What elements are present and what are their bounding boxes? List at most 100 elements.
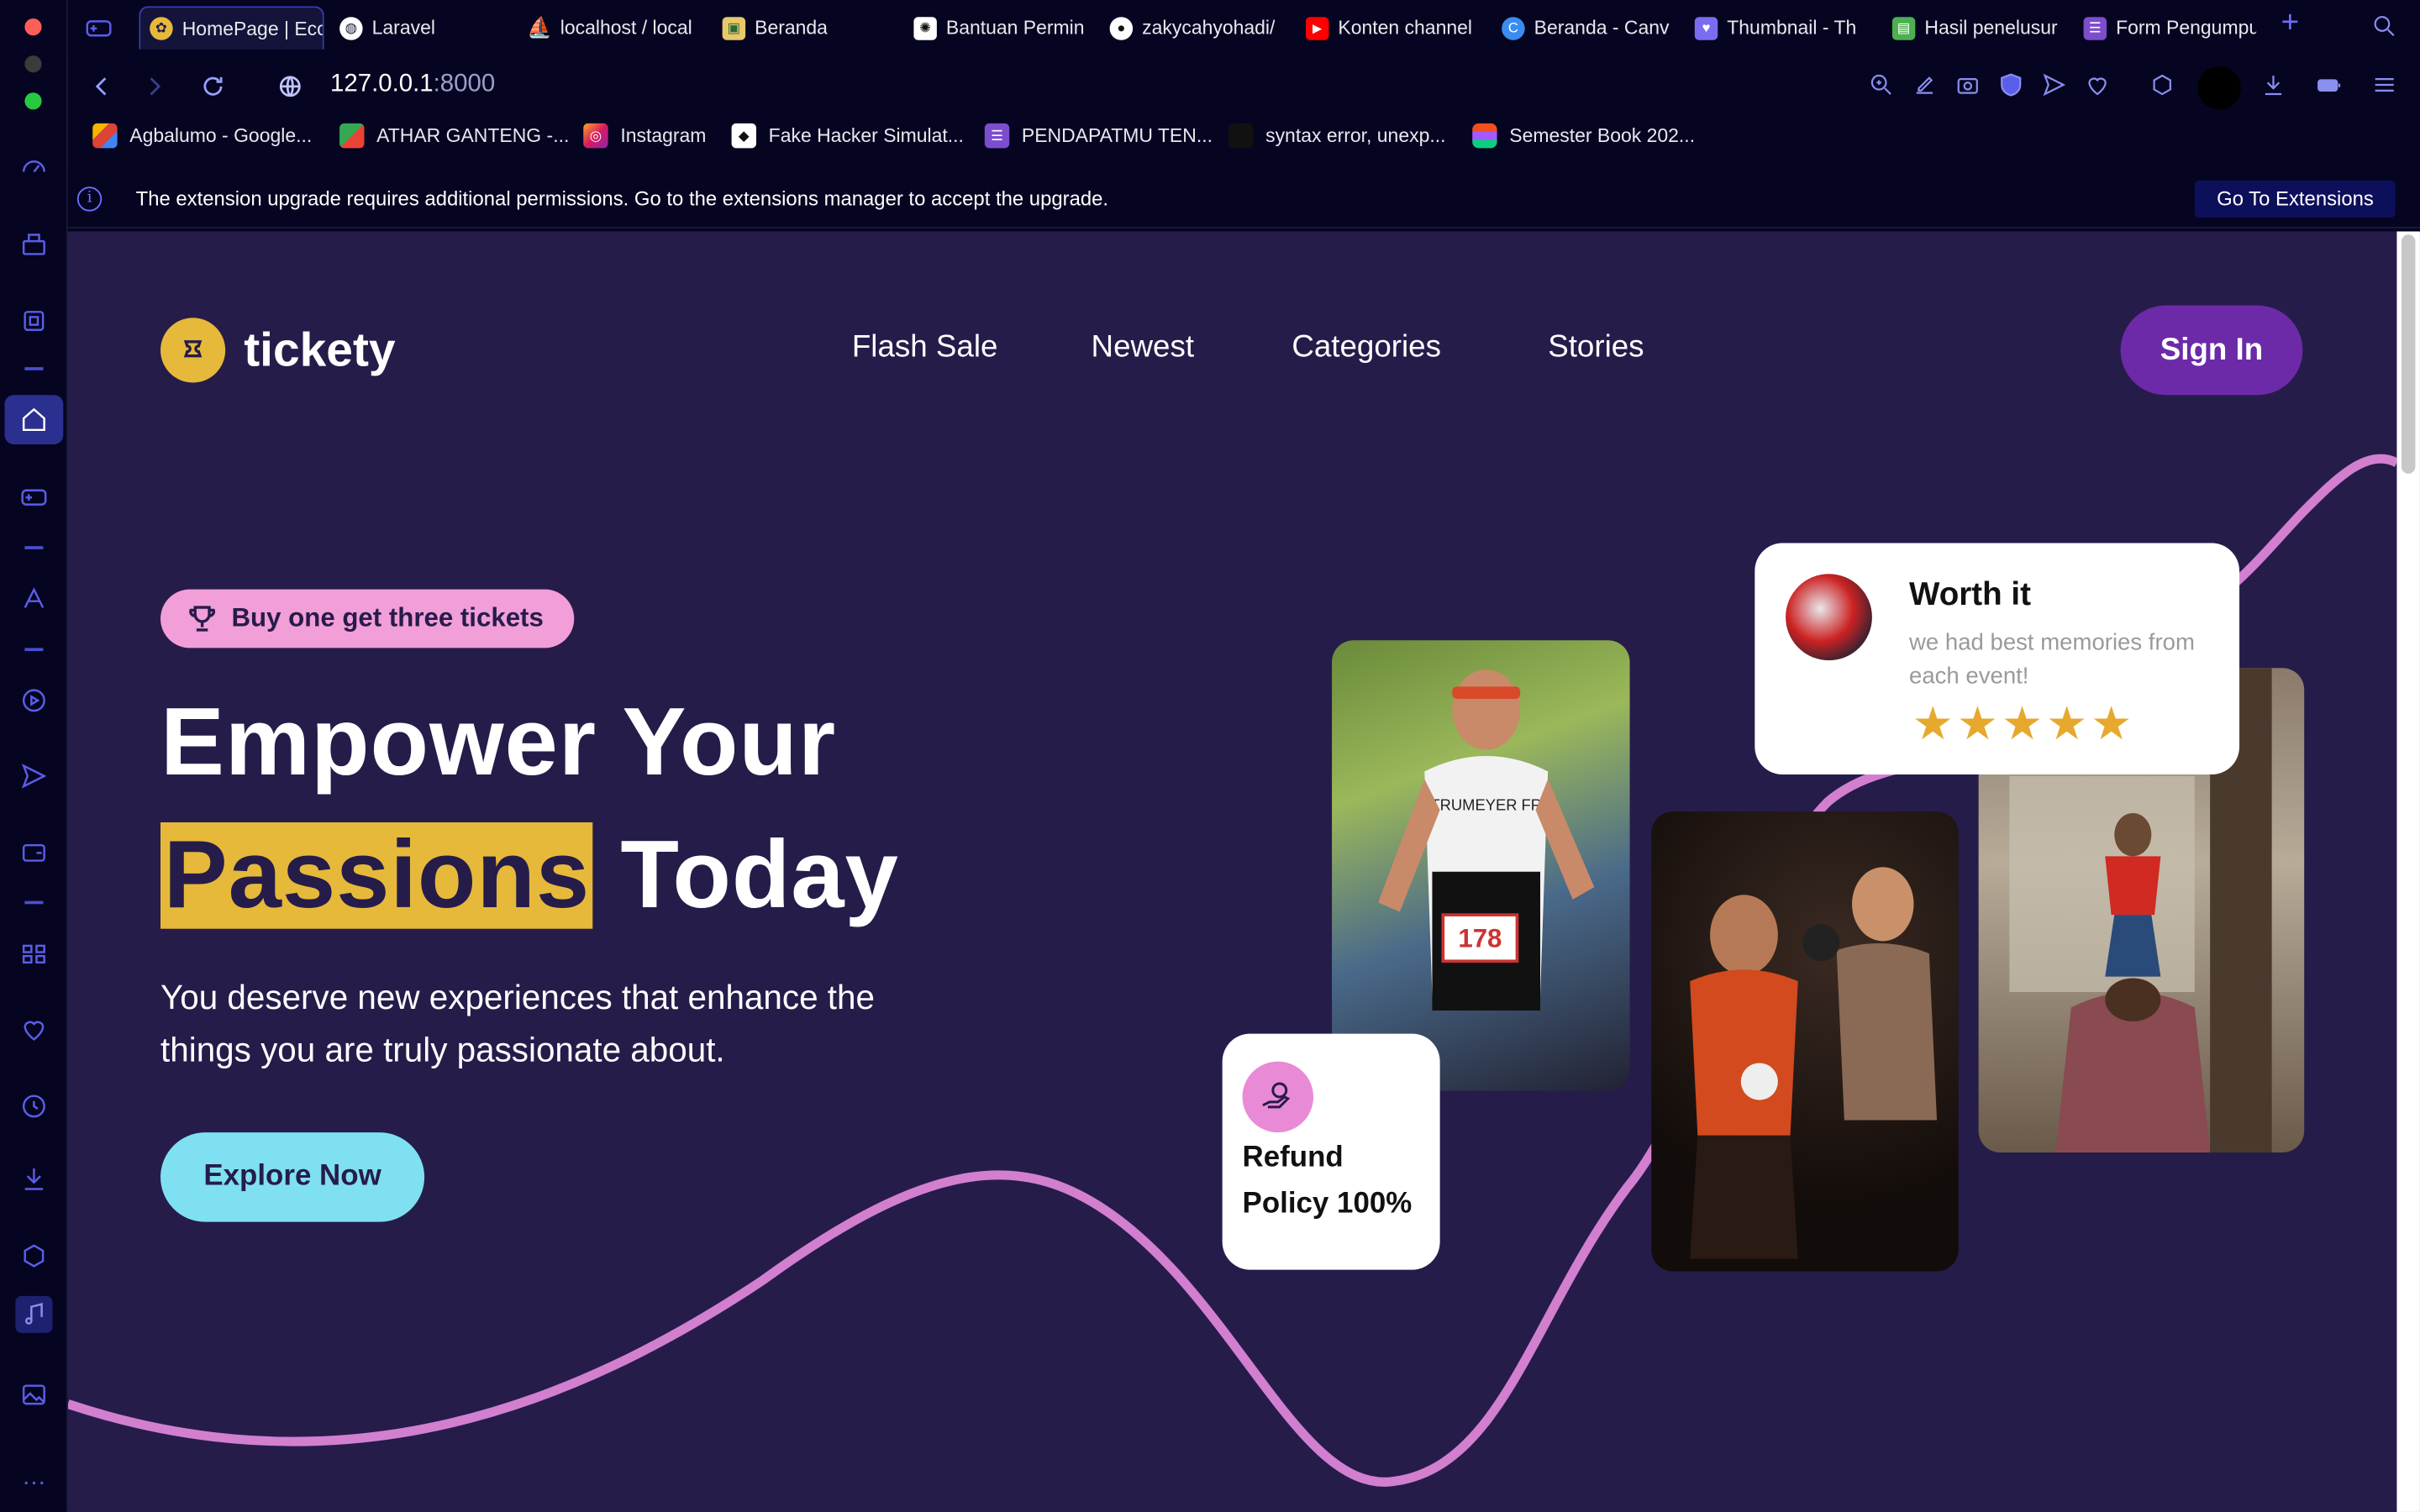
wallet-icon[interactable]: [15, 833, 52, 870]
tab-laravel[interactable]: ◍ Laravel: [339, 6, 513, 49]
go-to-extensions-button[interactable]: Go To Extensions: [2195, 180, 2396, 218]
globe-favicon-icon: ◍: [339, 16, 363, 39]
music-icon[interactable]: [15, 1295, 53, 1333]
url-field[interactable]: 127.0.0.1:8000: [330, 71, 495, 98]
flow-icon[interactable]: [15, 225, 52, 262]
brand-name: tickety: [244, 322, 396, 377]
heart-icon[interactable]: [15, 1011, 52, 1047]
bookmark-label: Instagram: [620, 124, 707, 147]
sign-in-button[interactable]: Sign In: [2120, 305, 2303, 396]
bookmark-athar[interactable]: ATHAR GANTENG -...: [339, 123, 569, 149]
github-favicon-icon: ●: [1109, 16, 1134, 39]
edit-icon[interactable]: [1911, 71, 1942, 102]
page-scrollbar[interactable]: [2396, 231, 2420, 1512]
bookmark-fake-hacker[interactable]: ◆ Fake Hacker Simulat...: [731, 123, 964, 149]
player-icon[interactable]: [15, 682, 52, 719]
extensions-toolbar-icon[interactable]: [2149, 71, 2180, 102]
new-tab-button[interactable]: +: [2281, 6, 2299, 41]
battery-icon[interactable]: [2315, 71, 2346, 102]
url-port: :8000: [433, 71, 496, 97]
apps-icon[interactable]: [15, 935, 52, 972]
nav-newest[interactable]: Newest: [1092, 330, 1195, 365]
brand-logo[interactable]: tickety: [160, 318, 396, 383]
phpmyadmin-favicon-icon: ⛵: [528, 15, 552, 39]
review-text: we had best memories from each event!: [1908, 629, 2195, 690]
canva-favicon-icon: C: [1502, 16, 1525, 39]
google-fonts-icon: [92, 123, 118, 149]
gamepad-tab-icon[interactable]: [81, 9, 118, 46]
chatgpt-favicon-icon: ✺: [913, 16, 937, 39]
history-icon[interactable]: [15, 1088, 52, 1125]
profile-avatar[interactable]: [2197, 66, 2241, 110]
figma-icon: [1472, 123, 1497, 149]
minimize-window-button[interactable]: [24, 55, 42, 73]
extensions-icon[interactable]: [15, 1237, 52, 1274]
explore-now-button[interactable]: Explore Now: [160, 1132, 425, 1222]
reload-button[interactable]: [194, 68, 231, 105]
scrollbar-thumb[interactable]: [2401, 234, 2416, 474]
refund-money-icon: [1242, 1061, 1314, 1133]
bookmark-pendapatmu[interactable]: ☰ PENDAPATMU TEN...: [984, 123, 1213, 149]
home-icon[interactable]: [15, 402, 52, 438]
tab-homepage[interactable]: ✿ HomePage | Ecc: [139, 6, 324, 50]
send-toolbar-icon[interactable]: [2040, 71, 2071, 102]
zoom-icon[interactable]: [1867, 71, 1898, 102]
web-page: tickety Flash Sale Newest Categories Sto…: [67, 231, 2397, 1512]
downloads-icon[interactable]: [2260, 71, 2291, 102]
bookmark-label: syntax error, unexp...: [1265, 124, 1446, 147]
tab-label: Laravel: [371, 17, 435, 39]
address-bar: 127.0.0.1:8000: [68, 55, 2420, 117]
hero-subtitle: You deserve new experiences that enhance…: [160, 978, 875, 1069]
ticket-logo-icon: [160, 318, 226, 383]
review-avatar: [1786, 574, 1872, 661]
tab-search-icon[interactable]: [2370, 13, 2402, 44]
tab-label: Bantuan Permin: [945, 17, 1085, 39]
site-info-icon[interactable]: [271, 68, 308, 105]
tab-phpmyadmin[interactable]: ⛵ localhost / local: [528, 6, 701, 49]
tab-bantuan[interactable]: ✺ Bantuan Permin: [913, 6, 1086, 49]
star-icon: ★: [2045, 699, 2088, 750]
extension-info-bar: i The extension upgrade requires additio…: [67, 170, 2420, 228]
tab-beranda[interactable]: ▣ Beranda: [722, 6, 896, 49]
camera-icon[interactable]: [1954, 71, 1985, 102]
download-icon[interactable]: [15, 1160, 52, 1197]
close-window-button[interactable]: [24, 18, 42, 36]
url-host: 127.0.0.1: [330, 71, 434, 97]
nav-categories[interactable]: Categories: [1292, 330, 1441, 365]
arc-icon[interactable]: [15, 580, 52, 617]
tab-canva[interactable]: C Beranda - Canv: [1502, 6, 1675, 49]
bookmark-label: Fake Hacker Simulat...: [768, 124, 964, 147]
gamepad-icon[interactable]: [15, 478, 52, 515]
bookmark-label: Agbalumo - Google...: [129, 124, 313, 147]
nav-stories[interactable]: Stories: [1548, 330, 1644, 365]
tab-label: localhost / local: [560, 17, 692, 39]
forward-button[interactable]: [136, 68, 173, 105]
back-button[interactable]: [83, 68, 120, 105]
star-icon: ★: [2001, 699, 2044, 750]
tab-thumbnail[interactable]: ♥ Thumbnail - Th: [1694, 6, 1868, 49]
more-icon[interactable]: …: [15, 1460, 52, 1497]
easy-setup-icon[interactable]: [2370, 71, 2402, 102]
tab-hasil[interactable]: ▤ Hasil penelusur: [1891, 6, 2065, 49]
boxing-photo: [1651, 811, 1959, 1272]
bookmark-syntax-error[interactable]: syntax error, unexp...: [1228, 123, 1446, 149]
star-icon: ★: [1912, 699, 1954, 750]
aria-icon[interactable]: [15, 302, 52, 339]
bookmark-heart-icon[interactable]: [2084, 71, 2115, 102]
blank-page-icon: [1228, 123, 1254, 149]
bookmark-instagram[interactable]: ◎ Instagram: [583, 123, 707, 149]
bookmark-agbalumo[interactable]: Agbalumo - Google...: [92, 123, 313, 149]
instagram-icon: ◎: [583, 123, 608, 149]
tab-github[interactable]: ● zakycahyohadi/: [1109, 6, 1283, 49]
image-icon[interactable]: [15, 1376, 52, 1413]
bookmark-label: Semester Book 202...: [1509, 124, 1696, 147]
nav-flash-sale[interactable]: Flash Sale: [852, 330, 998, 365]
classroom-favicon-icon: ▣: [722, 16, 746, 39]
tab-form[interactable]: ☰ Form Pengumpu: [2083, 6, 2256, 49]
send-icon[interactable]: [15, 758, 52, 795]
bookmark-semester-book[interactable]: Semester Book 202...: [1472, 123, 1696, 149]
zoom-window-button[interactable]: [24, 92, 42, 110]
speed-dial-icon[interactable]: [15, 148, 52, 185]
shield-icon[interactable]: [1997, 71, 2028, 102]
tab-youtube[interactable]: ▶ Konten channel: [1305, 6, 1479, 49]
